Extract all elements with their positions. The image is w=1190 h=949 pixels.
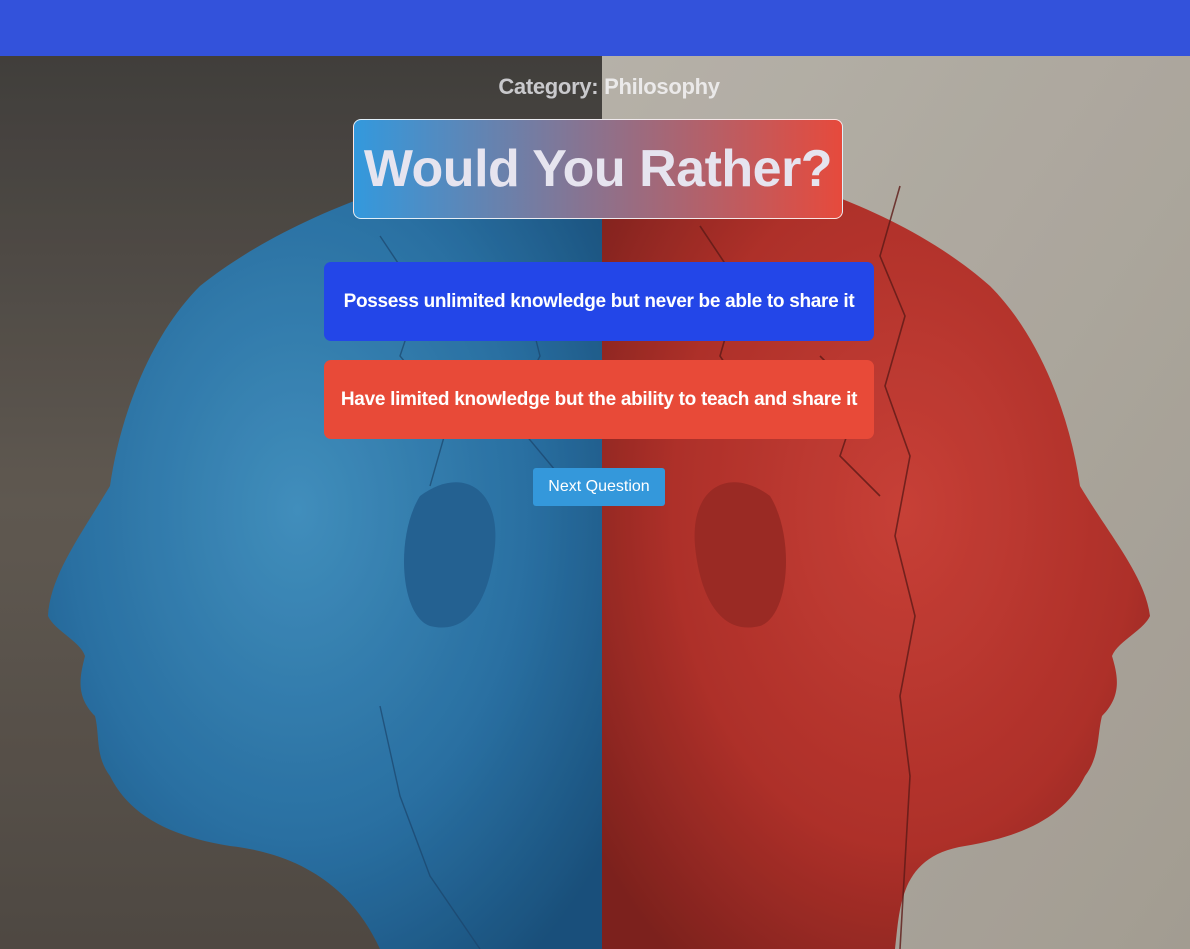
category-label: Category: <box>498 74 599 99</box>
next-question-button[interactable]: Next Question <box>533 468 665 506</box>
category-line: Category: Philosophy <box>0 74 1190 100</box>
page-title: Would You Rather? <box>363 140 833 198</box>
top-bar <box>0 0 1190 56</box>
option-b-label: Have limited knowledge but the ability t… <box>340 388 858 410</box>
page: Category: Philosophy Would You Rather? P… <box>0 0 1190 949</box>
category-value: Philosophy <box>604 74 720 99</box>
option-a-label: Possess unlimited knowledge but never be… <box>343 290 855 312</box>
option-a-button[interactable]: Possess unlimited knowledge but never be… <box>324 262 874 341</box>
title-banner: Would You Rather? <box>353 119 843 219</box>
option-b-button[interactable]: Have limited knowledge but the ability t… <box>324 360 874 439</box>
next-question-label: Next Question <box>548 478 650 495</box>
